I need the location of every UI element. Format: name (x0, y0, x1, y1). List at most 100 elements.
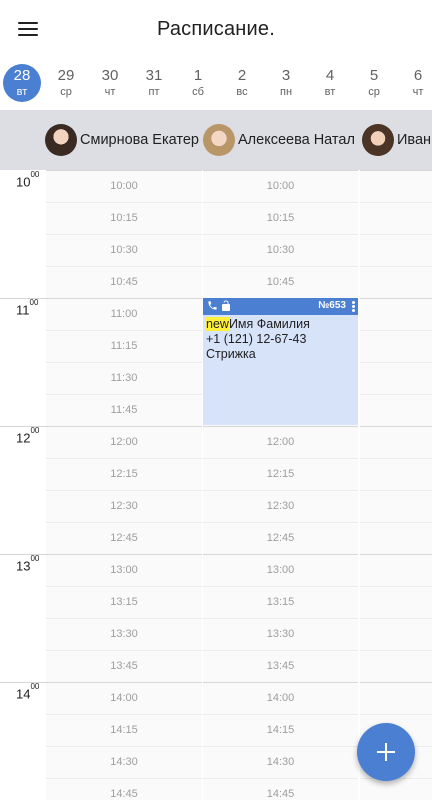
add-appointment-button[interactable] (357, 723, 415, 781)
time-slot[interactable]: 13:45 (46, 650, 202, 682)
time-slot[interactable]: 12:15 (203, 458, 358, 490)
weekday-label: пт (148, 86, 160, 98)
more-vertical-icon[interactable] (352, 301, 355, 312)
staff-column-header-3[interactable]: Иван (362, 124, 431, 156)
time-slot[interactable]: 10:30 (46, 234, 202, 266)
time-slot[interactable]: 12:15 (46, 458, 202, 490)
date-item[interactable]: 1 сб (178, 64, 218, 104)
weekday-label: вс (236, 86, 248, 98)
date-item[interactable]: 31 пт (134, 64, 174, 104)
time-slot[interactable]: 14:30 (46, 746, 202, 778)
date-item[interactable]: 30 чт (90, 64, 130, 104)
date-number: 1 (193, 67, 203, 84)
time-slot[interactable]: 13:30 (46, 618, 202, 650)
time-slot[interactable]: 13:15 (203, 586, 358, 618)
time-slot[interactable] (360, 778, 432, 800)
time-slot[interactable]: 13:00 (46, 554, 202, 586)
time-slot[interactable]: 10:15 (46, 202, 202, 234)
appointment-card[interactable]: №653 newИмя Фамилия +1 (121) 12-67-43 Ст… (203, 298, 358, 425)
date-item[interactable]: 4 вт (310, 64, 350, 104)
time-slot[interactable] (360, 362, 432, 394)
schedule-grid[interactable]: 10:00 10:15 10:30 10:45 11:00 11:15 11:30 11:45… (0, 170, 432, 800)
time-slot[interactable]: 14:30 (203, 746, 358, 778)
client-phone: +1 (121) 12-67-43 (206, 332, 307, 346)
date-number: 6 (413, 67, 423, 84)
time-slot[interactable]: 13:00 (203, 554, 358, 586)
time-slot[interactable]: 10:00 (46, 170, 202, 202)
time-slot[interactable]: 10:45 (46, 266, 202, 298)
time-slot[interactable]: 13:15 (46, 586, 202, 618)
date-item[interactable]: 2 вс (222, 64, 262, 104)
time-slot[interactable] (360, 266, 432, 298)
time-slot[interactable]: 10:15 (203, 202, 358, 234)
date-number: 3 (281, 67, 291, 84)
staff-column-header-1[interactable]: Смирнова Екатер (45, 124, 199, 156)
time-slot[interactable]: 14:45 (46, 778, 202, 800)
app-bar: Расписание. (0, 0, 432, 60)
hour-value: 14 (16, 686, 31, 702)
time-slot[interactable]: 12:45 (203, 522, 358, 554)
time-slot[interactable] (360, 202, 432, 234)
time-slot[interactable]: 11:15 (46, 330, 202, 362)
minute-value: 00 (29, 298, 39, 307)
phone-icon (208, 301, 217, 310)
date-item[interactable]: 5 ср (354, 64, 394, 104)
time-slot[interactable] (360, 522, 432, 554)
avatar (362, 124, 394, 156)
time-slot[interactable]: 14:00 (203, 682, 358, 714)
staff-name: Смирнова Екатер (80, 132, 199, 148)
time-slot[interactable] (360, 682, 432, 714)
time-slot[interactable] (360, 586, 432, 618)
staff-bar: Смирнова Екатер Алексеева Натал Иван (0, 110, 432, 170)
time-slot[interactable] (360, 618, 432, 650)
time-slot[interactable]: 12:00 (203, 426, 358, 458)
minute-value: 00 (30, 426, 40, 435)
date-item[interactable]: 29 ср (46, 64, 86, 104)
time-slot[interactable] (360, 490, 432, 522)
time-slot[interactable]: 14:15 (46, 714, 202, 746)
hour-divider (0, 554, 46, 555)
time-slot[interactable]: 12:45 (46, 522, 202, 554)
time-slot[interactable] (360, 554, 432, 586)
time-slot[interactable]: 10:45 (203, 266, 358, 298)
time-slot[interactable]: 14:00 (46, 682, 202, 714)
hour-label: 1200 (16, 426, 39, 445)
staff-column-header-2[interactable]: Алексеева Натал (203, 124, 355, 156)
time-slot[interactable]: 12:00 (46, 426, 202, 458)
hour-label: 1300 (16, 554, 39, 574)
time-slot[interactable] (360, 650, 432, 682)
date-number: 4 (325, 67, 335, 84)
time-slot[interactable]: 14:45 (203, 778, 358, 800)
minute-value: 00 (30, 170, 40, 179)
staff-name: Иван (397, 132, 432, 148)
time-slot[interactable]: 12:30 (203, 490, 358, 522)
weekday-label: чт (412, 86, 424, 98)
date-item[interactable]: 6 чт (398, 64, 432, 104)
time-slot[interactable] (360, 170, 432, 202)
time-slot[interactable] (360, 298, 432, 330)
time-slot[interactable]: 13:30 (203, 618, 358, 650)
time-slot[interactable]: 12:30 (46, 490, 202, 522)
avatar (45, 124, 77, 156)
time-slot[interactable] (360, 458, 432, 490)
staff-column: 10:0010:1510:3010:4511:0011:1511:3011:45… (46, 170, 202, 800)
hour-value: 11 (16, 302, 30, 318)
time-slot[interactable]: 11:30 (46, 362, 202, 394)
time-slot[interactable]: 10:00 (203, 170, 358, 202)
hour-value: 13 (16, 558, 31, 574)
time-slot[interactable]: 14:15 (203, 714, 358, 746)
hour-label: 1400 (16, 682, 39, 702)
time-slot[interactable] (360, 426, 432, 458)
appointment-number: №653 (318, 300, 346, 311)
time-slot[interactable] (360, 394, 432, 426)
time-slot[interactable]: 11:00 (46, 298, 202, 330)
date-item[interactable]: 3 пн (266, 64, 306, 104)
time-slot[interactable] (360, 234, 432, 266)
date-item[interactable]: 28 вт (3, 64, 41, 102)
date-number: 5 (369, 67, 379, 84)
new-client-tag: new (206, 317, 229, 331)
time-slot[interactable]: 10:30 (203, 234, 358, 266)
time-slot[interactable] (360, 330, 432, 362)
time-slot[interactable]: 13:45 (203, 650, 358, 682)
time-slot[interactable]: 11:45 (46, 394, 202, 426)
